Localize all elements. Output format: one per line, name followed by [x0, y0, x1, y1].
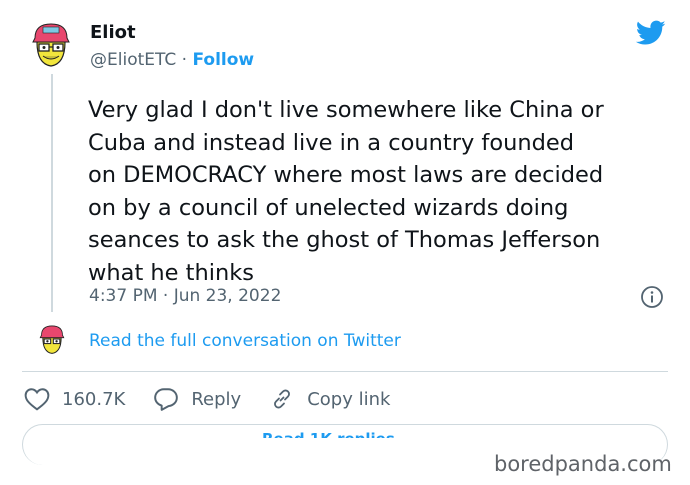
tweet-line: what he thinks — [88, 259, 255, 286]
tweet-line: on by a council of unelected wizards doi… — [88, 194, 569, 221]
author-avatar[interactable] — [25, 18, 77, 70]
author-handle-row: @EliotETC · Follow — [90, 50, 254, 70]
info-icon[interactable] — [640, 285, 664, 309]
tweet-line: Very glad I don't live somewhere like Ch… — [88, 97, 604, 123]
twitter-bird-icon[interactable] — [635, 20, 666, 46]
follow-button[interactable]: Follow — [192, 50, 254, 70]
handle-separator: · — [181, 50, 188, 70]
tweet-line: Cuba and instead live in a country found… — [88, 129, 575, 156]
reply-bubble-icon — [154, 388, 179, 411]
like-count: 160.7K — [62, 388, 126, 410]
tweet-line: on DEMOCRACY where most laws are decided — [88, 162, 604, 188]
link-icon — [274, 389, 291, 409]
avatar-illustration — [25, 18, 77, 70]
thread-line — [51, 74, 53, 312]
tweet-timestamp[interactable]: 4:37 PM · Jun 23, 2022 — [89, 286, 281, 306]
author-name[interactable]: Eliot — [90, 22, 136, 43]
reply-label: Reply — [191, 388, 242, 410]
author-handle[interactable]: @EliotETC — [90, 50, 176, 70]
heart-icon — [24, 388, 50, 411]
reply-button[interactable]: Reply — [153, 387, 241, 411]
watermark: boredpanda.com — [494, 452, 672, 476]
avatar-illustration — [35, 322, 69, 356]
tweet-line: seances to ask the ghost of Thomas Jeffe… — [88, 227, 601, 253]
divider — [22, 371, 668, 372]
tweet-text: Very glad I don't live somewhere like Ch… — [88, 94, 678, 289]
conversation-avatar[interactable] — [35, 322, 69, 356]
read-full-conversation-link[interactable]: Read the full conversation on Twitter — [89, 331, 401, 351]
copy-link-label: Copy link — [307, 388, 391, 410]
tweet-actions: 160.7K Reply Copy link — [24, 385, 418, 413]
copy-link-button[interactable]: Copy link — [269, 387, 390, 411]
read-replies-label: Read 1K replies — [262, 428, 422, 438]
like-button[interactable]: 160.7K — [24, 387, 125, 411]
